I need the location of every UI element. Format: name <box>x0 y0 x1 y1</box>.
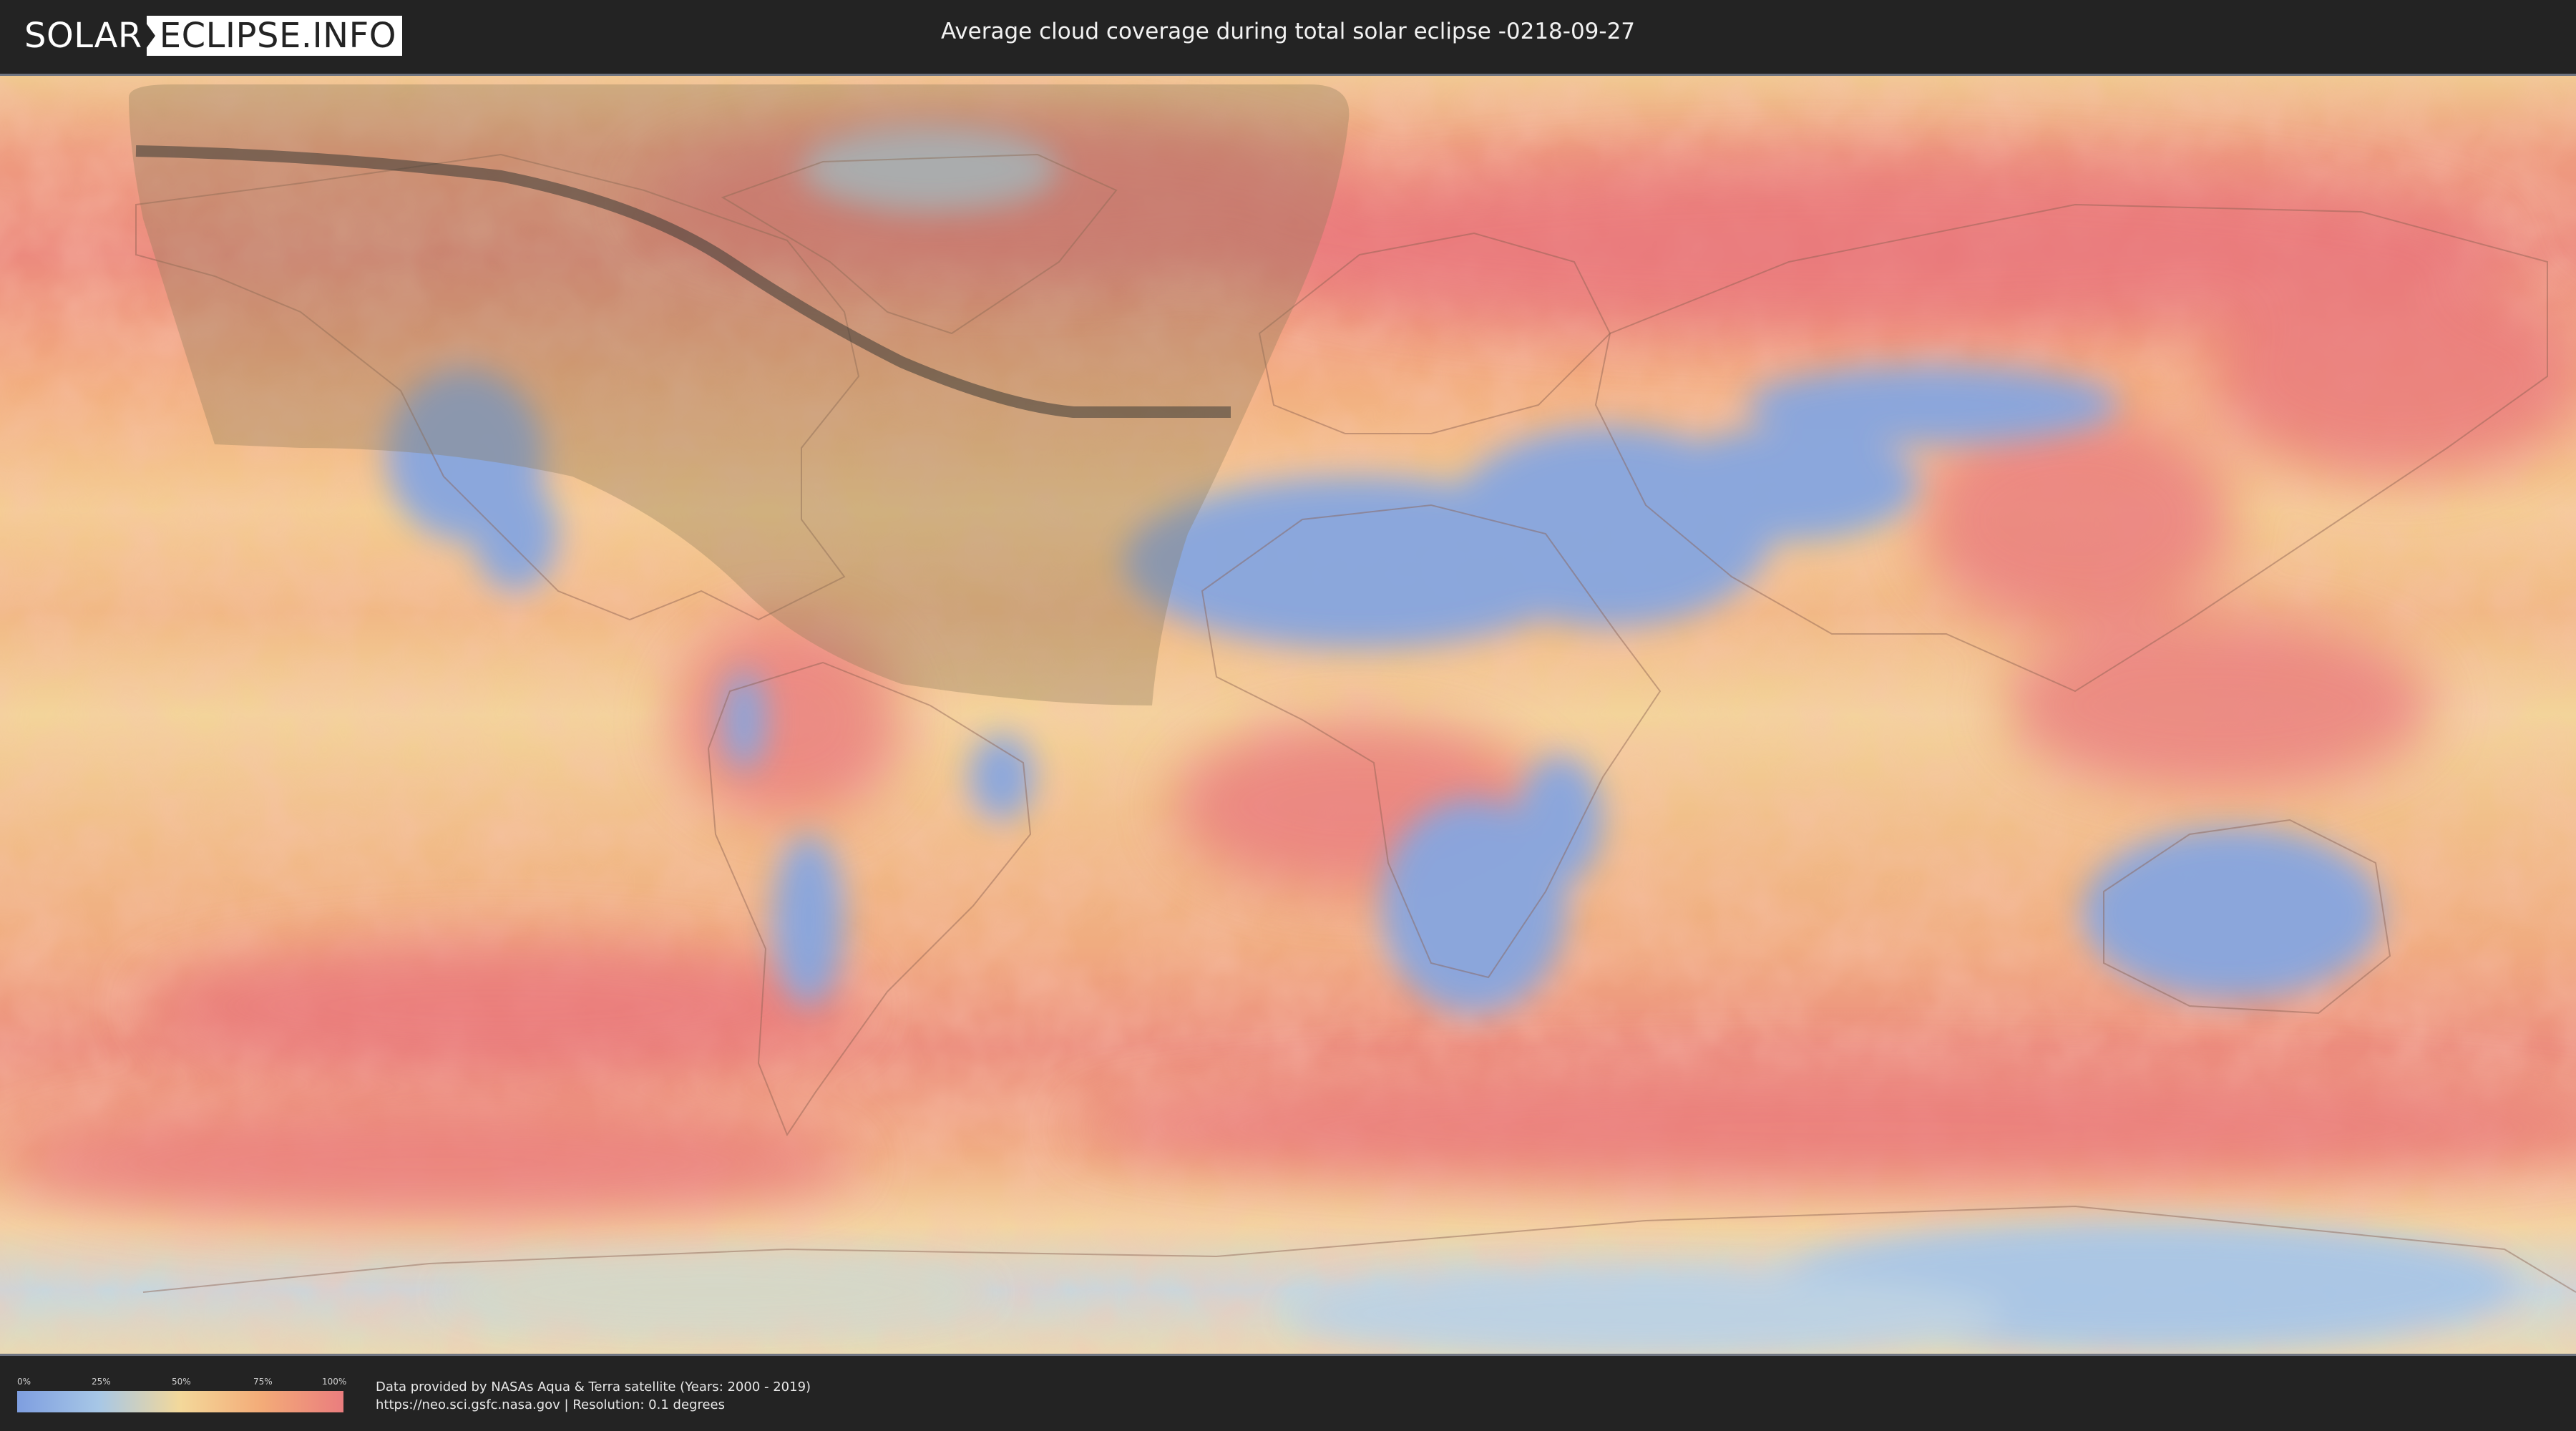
legend-ticks: 0% 25% 50% 75% 100% <box>17 1377 347 1388</box>
legend-tick-25: 25% <box>92 1377 111 1387</box>
cloud-coverage-map[interactable] <box>0 74 2576 1356</box>
top-bar: SOLAR ECLIPSE.INFO Average cloud coverag… <box>0 0 2576 72</box>
data-credits: Data provided by NASAs Aqua & Terra sate… <box>376 1378 811 1414</box>
credit-line-url[interactable]: https://neo.sci.gsfc.nasa.gov | Resoluti… <box>376 1396 811 1414</box>
credit-line-source: Data provided by NASAs Aqua & Terra sate… <box>376 1379 811 1395</box>
legend-color-scale <box>17 1391 343 1412</box>
legend-tick-50: 50% <box>172 1377 191 1387</box>
world-map-svg <box>0 76 2576 1354</box>
legend-tick-0: 0% <box>17 1377 31 1387</box>
legend-tick-100: 100% <box>322 1377 347 1387</box>
page-title: Average cloud coverage during total sola… <box>940 19 1636 44</box>
footer: 0% 25% 50% 75% 100% Data provided by NAS… <box>0 1359 2576 1431</box>
cloud-coverage-legend: 0% 25% 50% 75% 100% <box>17 1377 347 1412</box>
legend-tick-75: 75% <box>253 1377 273 1387</box>
